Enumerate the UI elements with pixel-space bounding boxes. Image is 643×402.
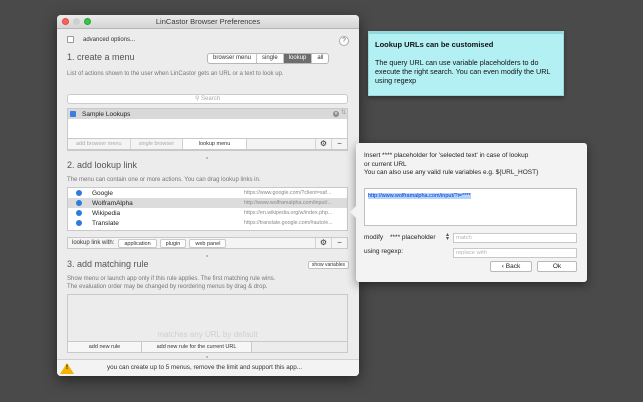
show-variables-button[interactable]: show variables: [307, 261, 349, 269]
rule-button-bar: add new rule add new rule for the curren…: [68, 341, 347, 352]
application-button[interactable]: application: [118, 238, 157, 248]
rule-empty-watermark: matches any URL by default: [157, 330, 258, 339]
section-lookup-link-title: 2. add lookup link: [67, 160, 138, 170]
plugin-button[interactable]: plugin: [159, 238, 187, 248]
close-button[interactable]: [62, 18, 69, 25]
list-item[interactable]: Google https://www.google.com/?client=sa…: [68, 188, 347, 198]
globe-icon: [76, 210, 82, 216]
tab-lookup[interactable]: lookup: [283, 54, 313, 63]
section-lookup-link-description: The menu can contain one or more actions…: [67, 177, 261, 183]
popover-arrow: [350, 206, 356, 218]
footer-upgrade-text[interactable]: you can create up to 5 menus, remove the…: [107, 364, 302, 371]
link-name: Google: [92, 189, 113, 197]
list-item[interactable]: WolframAlpha http://www.wolframalpha.com…: [68, 198, 347, 208]
annotation-note: Lookup URLs can be customised The query …: [368, 31, 564, 96]
rule-description-line1: Show menu or launch app only if this rul…: [67, 276, 276, 282]
divider-dot: [206, 255, 208, 257]
link-name: WolframAlpha: [92, 199, 133, 207]
link-url: https://www.google.com/?client=saf...: [244, 190, 332, 196]
menu-item-label: Sample Lookups: [82, 110, 131, 118]
section-create-menu-description: List of actions shown to the user when L…: [67, 71, 284, 77]
globe-icon: [76, 220, 82, 226]
link-url: https://translate.google.com/#auto/e...: [244, 220, 333, 226]
add-new-rule-current-url-button[interactable]: add new rule for the current URL: [142, 342, 252, 352]
button-bar-spacer: [247, 139, 315, 149]
menu-button-bar: add browser menu single browser lookup m…: [67, 138, 348, 150]
lookup-menu-button[interactable]: lookup menu: [183, 139, 248, 149]
back-button-label: Back: [505, 263, 521, 270]
divider-dot: [206, 157, 208, 159]
note-strip: [369, 32, 563, 34]
lookup-with-bar: lookup link with: application plugin web…: [67, 237, 348, 249]
search-input[interactable]: ⚲ Search: [67, 94, 348, 104]
search-placeholder: Search: [201, 96, 221, 102]
url-edit-popover: Insert **** placeholder for 'selected te…: [350, 143, 587, 282]
globe-icon: [76, 190, 82, 196]
popover-line3: You can also use any valid rule variable…: [364, 169, 539, 176]
footer-bar[interactable]: ! you can create up to 5 menus, remove t…: [57, 359, 359, 376]
globe-icon: [76, 200, 82, 206]
add-new-rule-button[interactable]: add new rule: [68, 342, 142, 352]
modify-label: modify: [364, 234, 384, 241]
advanced-options-label: advanced options...: [83, 36, 136, 43]
rule-list: matches any URL by default add new rule …: [67, 294, 348, 353]
url-value: http://www.wolframalpha.com/input/?i=***…: [368, 193, 471, 199]
tab-single[interactable]: single: [257, 54, 284, 63]
zoom-button[interactable]: [84, 18, 91, 25]
minimize-button[interactable]: [73, 18, 80, 25]
link-url: https://en.wikipedia.org/w/index.php...: [244, 210, 333, 216]
gear-icon[interactable]: ⚙: [315, 238, 331, 248]
lookup-link-list: Google https://www.google.com/?client=sa…: [67, 187, 348, 231]
mode-segmented-control: browser menu single lookup all: [207, 53, 330, 64]
match-field[interactable]: match: [453, 233, 577, 243]
popover-line1: Insert **** placeholder for 'selected te…: [364, 152, 529, 159]
section-matching-rule-title: 3. add matching rule: [67, 259, 149, 269]
add-browser-menu-button[interactable]: add browser menu: [68, 139, 131, 149]
link-name: Wikipedia: [92, 209, 121, 217]
remove-icon[interactable]: ✕: [333, 111, 339, 117]
replace-field[interactable]: replace with: [453, 248, 577, 258]
popover-line2: or current URL: [364, 160, 407, 168]
link-name: Translate: [92, 219, 119, 227]
window-title: LinCastor Browser Preferences: [155, 17, 261, 26]
list-item[interactable]: Sample Lookups ✕ ⇅: [68, 109, 347, 119]
link-url: http://www.wolframalpha.com/input/...: [244, 200, 332, 206]
popover-description: Insert **** placeholder for 'selected te…: [364, 152, 579, 178]
search-icon: ⚲: [194, 96, 200, 102]
back-button[interactable]: ‹ Back: [490, 261, 532, 272]
advanced-options[interactable]: advanced options...: [67, 36, 135, 43]
chevron-up-down-icon[interactable]: ▴ ▾: [446, 232, 449, 242]
divider-dot: [206, 356, 208, 358]
list-item[interactable]: Wikipedia https://en.wikipedia.org/w/ind…: [68, 208, 347, 218]
gear-icon[interactable]: ⚙: [315, 139, 331, 149]
placeholder-select[interactable]: **** placeholder: [390, 234, 436, 241]
ok-button[interactable]: Ok: [537, 261, 577, 272]
tab-all[interactable]: all: [312, 54, 328, 63]
using-regexp-label: using regexp:: [364, 248, 404, 255]
url-textarea[interactable]: http://www.wolframalpha.com/input/?i=***…: [364, 188, 577, 226]
note-body: The query URL can use variable placehold…: [375, 58, 551, 85]
single-browser-button[interactable]: single browser: [131, 139, 184, 149]
web-panel-button[interactable]: web panel: [189, 238, 227, 248]
chevron-left-icon: ‹: [501, 263, 504, 270]
advanced-options-checkbox[interactable]: [67, 36, 74, 43]
section-create-menu-title: 1. create a menu: [67, 52, 135, 62]
preferences-window: LinCastor Browser Preferences advanced o…: [57, 15, 359, 376]
title-bar: LinCastor Browser Preferences: [57, 15, 359, 29]
note-title: Lookup URLs can be customised: [375, 40, 494, 49]
drag-handle-icon[interactable]: ⇅: [341, 109, 346, 116]
list-item[interactable]: Translate https://translate.google.com/#…: [68, 218, 347, 228]
tab-browser-menu[interactable]: browser menu: [208, 54, 258, 63]
minus-icon[interactable]: −: [331, 238, 347, 248]
rule-description-line2: The evaluation order may be changed by r…: [67, 284, 268, 290]
warning-mark: !: [66, 365, 68, 371]
menu-enabled-checkbox[interactable]: [70, 111, 76, 117]
lookup-with-label: lookup link with:: [72, 240, 115, 246]
minus-icon[interactable]: −: [331, 139, 347, 149]
help-button[interactable]: ?: [339, 36, 349, 46]
